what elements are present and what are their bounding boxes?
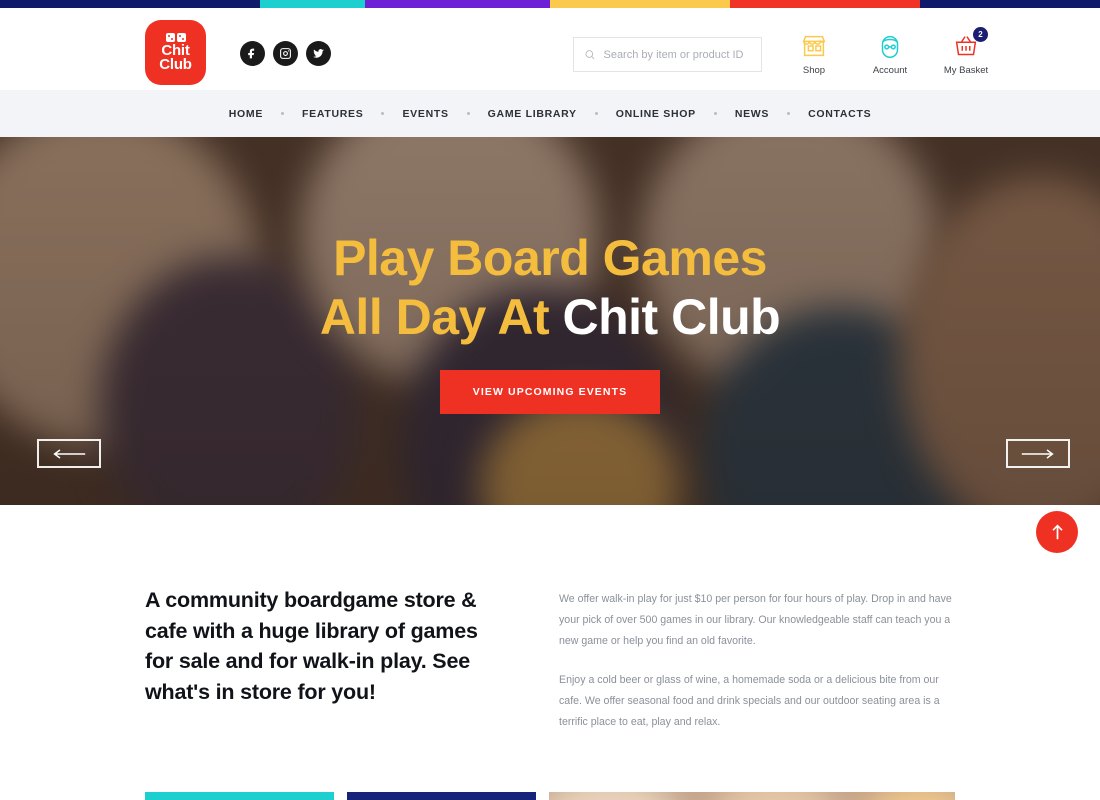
logo-line-2: Club <box>159 56 192 73</box>
nav-item-features[interactable]: FEATURES <box>284 108 381 120</box>
basket-icon-button[interactable]: 2 My Basket <box>942 27 990 76</box>
dice-icon <box>165 32 186 42</box>
twitter-icon[interactable] <box>306 41 331 66</box>
intro-copy: We offer walk-in play for just $10 per p… <box>559 585 955 750</box>
nav-item-home[interactable]: HOME <box>211 108 281 120</box>
view-upcoming-events-button[interactable]: VIEW UPCOMING EVENTS <box>439 369 661 414</box>
nav-item-game-library[interactable]: GAME LIBRARY <box>470 108 595 120</box>
nav-item-news[interactable]: NEWS <box>717 108 787 120</box>
card-games[interactable] <box>145 792 335 800</box>
hero-title-line1: Play Board Games <box>333 229 767 286</box>
intro-section: A community boardgame store & cafe with … <box>0 505 1100 750</box>
stripe-yellow <box>550 0 730 8</box>
stripe-navy2 <box>920 0 1100 8</box>
hero-next-button[interactable] <box>1006 439 1070 468</box>
search-box[interactable] <box>573 37 762 72</box>
nav-item-contacts[interactable]: CONTACTS <box>790 108 889 120</box>
main-navigation: HOME FEATURES EVENTS GAME LIBRARY ONLINE SHO… <box>0 90 1100 137</box>
arrow-up-icon <box>1051 524 1063 540</box>
site-header: Chit Club Shop <box>0 8 1100 90</box>
hero-title-line2-white: Chit Club <box>562 288 781 345</box>
nav-item-online-shop[interactable]: ONLINE SHOP <box>598 108 714 120</box>
hero-slider: Play Board Games All Day At Chit Club VI… <box>0 137 1100 505</box>
card-cafe[interactable] <box>347 792 537 800</box>
shop-label: Shop <box>802 65 826 76</box>
site-logo[interactable]: Chit Club <box>145 20 206 85</box>
arrow-right-icon <box>1021 448 1054 459</box>
facebook-icon[interactable] <box>240 41 265 66</box>
stripe-teal <box>260 0 365 8</box>
hero-title-line2-gold: All Day At <box>319 288 563 345</box>
stripe-purple <box>365 0 550 8</box>
social-links <box>240 41 331 66</box>
scroll-to-top-button[interactable] <box>1036 511 1078 553</box>
intro-paragraph-1: We offer walk-in play for just $10 per p… <box>559 593 952 648</box>
stripe-navy <box>0 0 260 8</box>
card-photo[interactable] <box>549 792 956 800</box>
hero-title: Play Board Games All Day At Chit Club <box>319 229 781 347</box>
shop-icon-button[interactable]: Shop <box>790 30 838 76</box>
intro-heading: A community boardgame store & cafe with … <box>145 588 478 704</box>
shop-icon <box>790 30 838 62</box>
nav-item-events[interactable]: EVENTS <box>384 108 466 120</box>
instagram-icon[interactable] <box>273 41 298 66</box>
basket-count-badge: 2 <box>973 27 988 42</box>
account-label: Account <box>872 65 908 76</box>
top-color-stripe <box>0 0 1100 8</box>
header-icon-group: Shop Account 2 My Basket <box>790 27 990 76</box>
search-icon <box>585 50 595 60</box>
stripe-red <box>730 0 920 8</box>
arrow-left-icon <box>53 448 86 459</box>
intro-paragraph-2: Enjoy a cold beer or glass of wine, a ho… <box>559 673 940 728</box>
basket-label: My Basket <box>943 65 989 76</box>
search-input[interactable] <box>603 48 751 61</box>
feature-cards <box>0 750 1100 800</box>
hero-prev-button[interactable] <box>37 439 101 468</box>
account-icon-button[interactable]: Account <box>866 30 914 76</box>
account-icon <box>866 30 914 62</box>
